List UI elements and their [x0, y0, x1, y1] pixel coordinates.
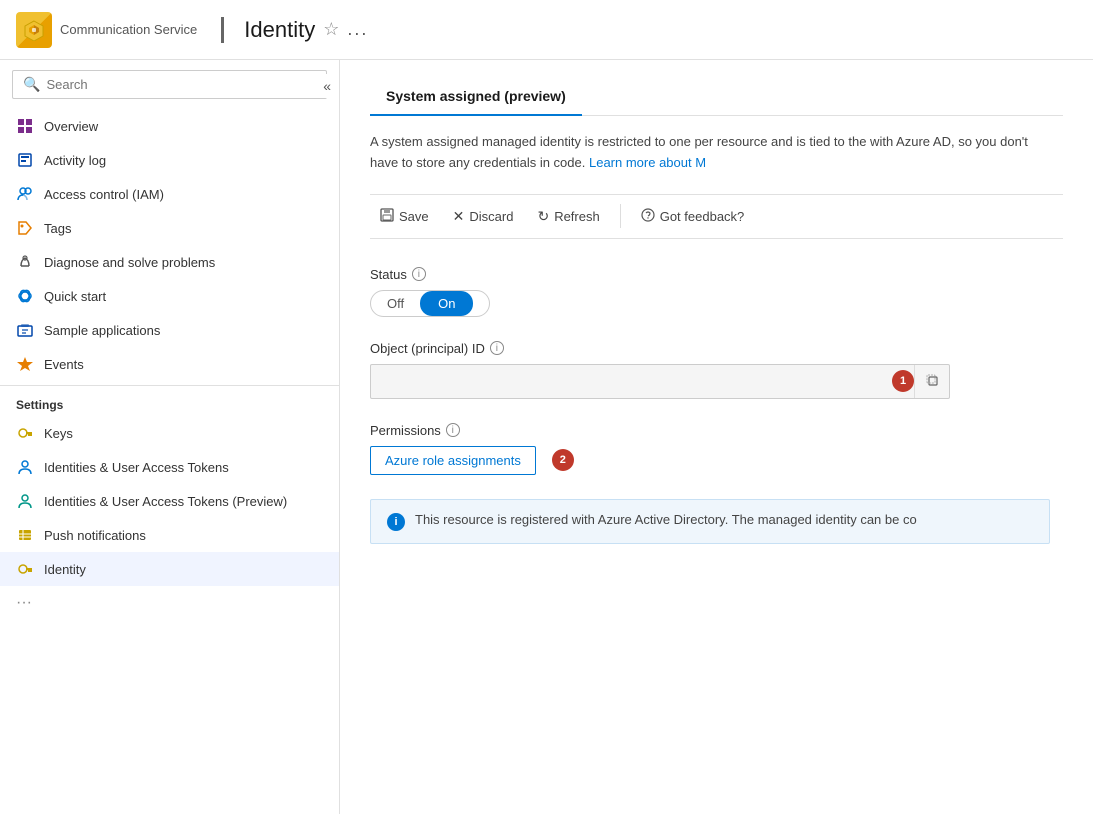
sidebar-item-label: Identities & User Access Tokens	[44, 460, 229, 475]
identity-icon	[16, 560, 34, 578]
sidebar-item-overview[interactable]: Overview	[0, 109, 339, 143]
sidebar-item-label: Events	[44, 357, 84, 372]
sidebar-item-label: Sample applications	[44, 323, 160, 338]
role-btn-label: Azure role assignments	[385, 453, 521, 468]
copy-object-id-button[interactable]	[914, 365, 949, 398]
sample-apps-icon	[16, 321, 34, 339]
identities-tokens-preview-icon	[16, 492, 34, 510]
object-id-info-icon[interactable]: i	[490, 341, 504, 355]
sidebar-item-label: Tags	[44, 221, 71, 236]
push-notifications-icon	[16, 526, 34, 544]
sidebar-item-activity-log[interactable]: Activity log	[0, 143, 339, 177]
status-toggle[interactable]: Off On	[370, 290, 490, 317]
learn-more-link[interactable]: Learn more about M	[589, 155, 706, 170]
refresh-label: Refresh	[554, 209, 600, 224]
info-banner-icon: i	[387, 513, 405, 531]
object-id-section: Object (principal) ID i 1	[370, 341, 1063, 399]
sidebar-item-identities-tokens-preview[interactable]: Identities & User Access Tokens (Preview…	[0, 484, 339, 518]
search-input[interactable]	[46, 77, 316, 92]
permissions-info-icon[interactable]: i	[446, 423, 460, 437]
sidebar-item-push-notifications[interactable]: Push notifications	[0, 518, 339, 552]
page-title-area: Identity ☆ ...	[221, 17, 368, 43]
sidebar: 🔍 « Overview Activity log Acces	[0, 60, 340, 814]
sidebar-item-label: Keys	[44, 426, 73, 441]
sidebar-item-label: Overview	[44, 119, 98, 134]
toggle-off-option[interactable]: Off	[371, 291, 420, 316]
top-bar: Communication Service Identity ☆ ...	[0, 0, 1093, 60]
description-text: A system assigned managed identity is re…	[370, 132, 1050, 174]
more-items[interactable]: ···	[0, 586, 339, 620]
refresh-button[interactable]: ↻ Refresh	[527, 203, 609, 230]
sidebar-item-label: Quick start	[44, 289, 106, 304]
page-title: Identity	[244, 17, 315, 43]
step-1-badge: 1	[892, 370, 914, 392]
step-2-badge: 2	[552, 449, 574, 471]
main-layout: 🔍 « Overview Activity log Acces	[0, 60, 1093, 814]
quick-start-icon	[16, 287, 34, 305]
toggle-on-option[interactable]: On	[420, 291, 473, 316]
identities-tokens-icon	[16, 458, 34, 476]
sidebar-nav: Overview Activity log Access control (IA…	[0, 109, 339, 814]
activity-log-icon	[16, 151, 34, 169]
discard-icon: ✕	[453, 208, 465, 225]
discard-button[interactable]: ✕ Discard	[443, 203, 524, 230]
feedback-label: Got feedback?	[660, 209, 745, 224]
sidebar-item-diagnose[interactable]: Diagnose and solve problems	[0, 245, 339, 279]
sidebar-item-identity[interactable]: Identity	[0, 552, 339, 586]
save-label: Save	[399, 209, 429, 224]
permissions-section: Permissions i Azure role assignments 2	[370, 423, 1063, 475]
keys-icon	[16, 424, 34, 442]
object-id-input[interactable]	[371, 366, 884, 397]
feedback-button[interactable]: Got feedback?	[631, 203, 755, 230]
permissions-label: Permissions i	[370, 423, 1063, 438]
info-banner: i This resource is registered with Azure…	[370, 499, 1050, 544]
object-id-label: Object (principal) ID i	[370, 341, 1063, 356]
sidebar-item-label: Identity	[44, 562, 86, 577]
service-icon	[16, 12, 52, 48]
toolbar: Save ✕ Discard ↻ Refresh Got feedback?	[370, 194, 1063, 239]
sidebar-item-tags[interactable]: Tags	[0, 211, 339, 245]
sidebar-item-label: Identities & User Access Tokens (Preview…	[44, 494, 287, 509]
sidebar-item-events[interactable]: Events	[0, 347, 339, 381]
toolbar-divider	[620, 204, 621, 228]
access-control-icon	[16, 185, 34, 203]
diagnose-icon	[16, 253, 34, 271]
tab-bar: System assigned (preview)	[370, 80, 1063, 116]
tab-system-assigned[interactable]: System assigned (preview)	[370, 80, 582, 116]
sidebar-item-access-control[interactable]: Access control (IAM)	[0, 177, 339, 211]
feedback-icon	[641, 208, 655, 225]
search-bar[interactable]: 🔍	[12, 70, 327, 99]
sidebar-item-identities-tokens[interactable]: Identities & User Access Tokens	[0, 450, 339, 484]
azure-role-assignments-button[interactable]: Azure role assignments	[370, 446, 536, 475]
settings-section-label: Settings	[0, 385, 339, 416]
status-section: Status i Off On	[370, 267, 1063, 317]
service-title: Communication Service	[60, 22, 197, 37]
favorite-star-icon[interactable]: ☆	[323, 19, 339, 40]
collapse-sidebar-button[interactable]: «	[315, 74, 339, 98]
save-button[interactable]: Save	[370, 203, 439, 230]
refresh-icon: ↻	[537, 208, 549, 225]
save-icon	[380, 208, 394, 225]
object-id-field: 1	[370, 364, 950, 399]
status-info-icon[interactable]: i	[412, 267, 426, 281]
content-area: System assigned (preview) A system assig…	[340, 60, 1093, 814]
sidebar-item-label: Access control (IAM)	[44, 187, 164, 202]
sidebar-item-label: Activity log	[44, 153, 106, 168]
info-banner-text: This resource is registered with Azure A…	[415, 512, 917, 527]
more-options-icon[interactable]: ...	[347, 19, 368, 40]
sidebar-item-label: Push notifications	[44, 528, 146, 543]
search-icon: 🔍	[23, 76, 40, 93]
status-label: Status i	[370, 267, 1063, 282]
sidebar-item-label: Diagnose and solve problems	[44, 255, 215, 270]
sidebar-item-sample-apps[interactable]: Sample applications	[0, 313, 339, 347]
events-icon	[16, 355, 34, 373]
overview-icon	[16, 117, 34, 135]
discard-label: Discard	[469, 209, 513, 224]
sidebar-item-quick-start[interactable]: Quick start	[0, 279, 339, 313]
service-logo: Communication Service	[16, 12, 197, 48]
tags-icon	[16, 219, 34, 237]
sidebar-item-keys[interactable]: Keys	[0, 416, 339, 450]
